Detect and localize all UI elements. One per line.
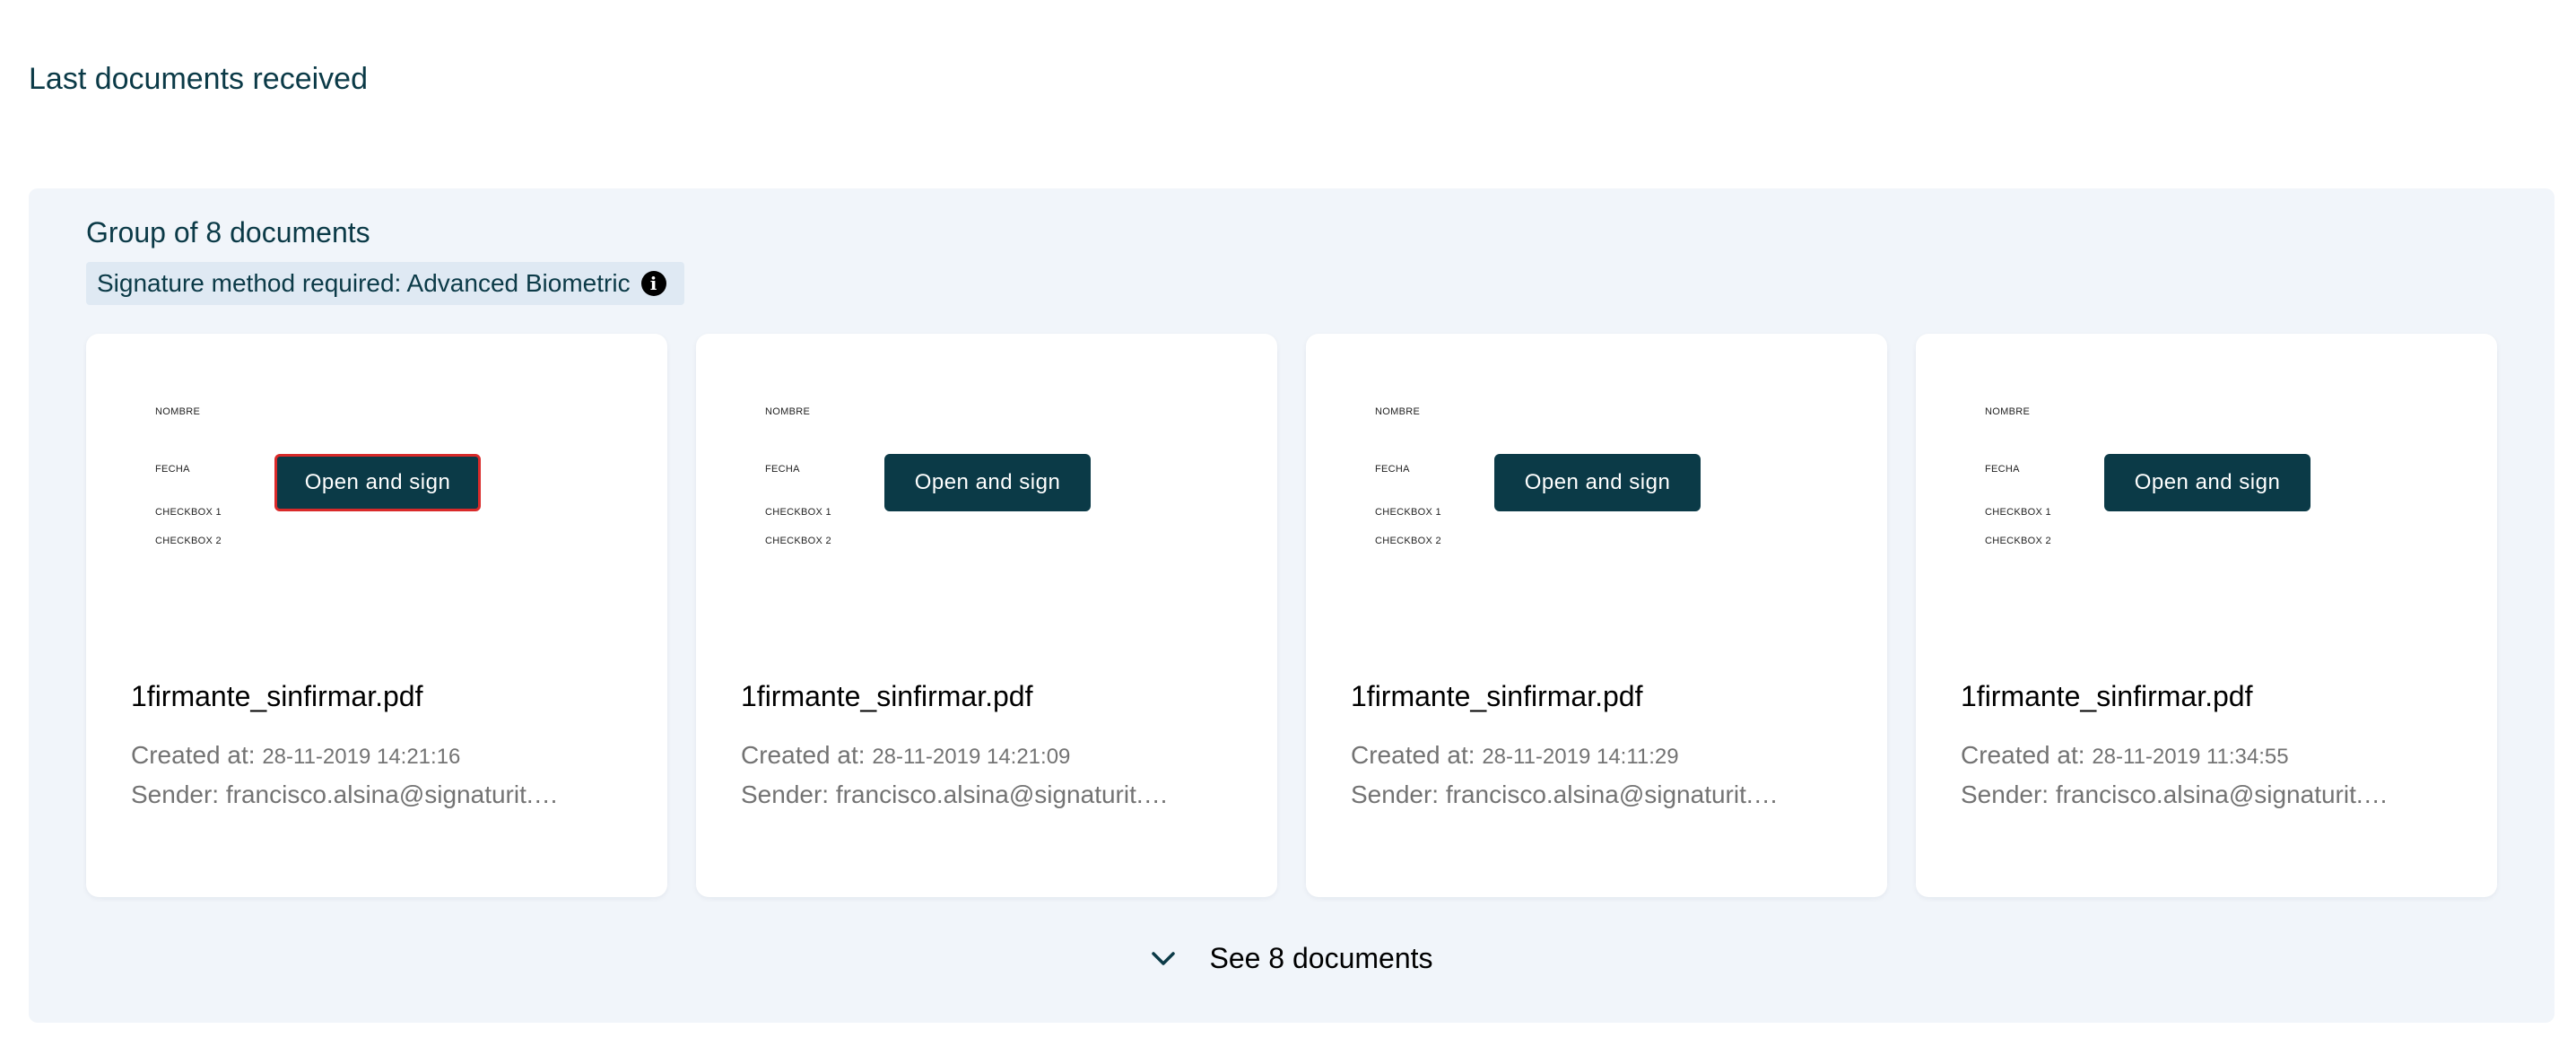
document-cards: NOMBRE FECHA CHECKBOX 1 CHECKBOX 2 Open … xyxy=(86,334,2497,897)
open-and-sign-button[interactable]: Open and sign xyxy=(274,454,481,511)
see-all-documents-toggle[interactable]: See 8 documents xyxy=(29,942,2554,975)
document-card: NOMBRE FECHA CHECKBOX 1 CHECKBOX 2 Open … xyxy=(86,334,667,897)
created-date: 28-11-2019 14:11:29 xyxy=(1482,745,1679,769)
preview-field-label: CHECKBOX 1 xyxy=(765,507,831,518)
preview-field-label: CHECKBOX 1 xyxy=(1985,507,2051,518)
created-date: 28-11-2019 14:21:16 xyxy=(262,745,461,769)
document-card: NOMBRE FECHA CHECKBOX 1 CHECKBOX 2 Open … xyxy=(696,334,1277,897)
preview-field-label: CHECKBOX 1 xyxy=(155,507,222,518)
info-icon[interactable]: i xyxy=(640,271,666,296)
open-and-sign-button[interactable]: Open and sign xyxy=(1494,454,1701,511)
preview-field-label: NOMBRE xyxy=(765,406,811,417)
preview-field-label: CHECKBOX 2 xyxy=(155,536,222,546)
preview-field-label: CHECKBOX 2 xyxy=(1375,536,1441,546)
preview-field-label: FECHA xyxy=(1985,464,2020,475)
preview-field-label: NOMBRE xyxy=(1375,406,1421,417)
page-title: Last documents received xyxy=(29,62,368,96)
preview-field-label: FECHA xyxy=(155,464,190,475)
chevron-down-icon[interactable] xyxy=(1150,946,1177,972)
signature-method-badge: Signature method required: Advanced Biom… xyxy=(86,262,684,305)
created-date: 28-11-2019 11:34:55 xyxy=(2092,745,2289,769)
preview-field-label: CHECKBOX 2 xyxy=(1985,536,2051,546)
preview-field-label: NOMBRE xyxy=(155,406,201,417)
document-created-at: Created at: 28-11-2019 14:21:09 xyxy=(741,739,1070,773)
created-label: Created at: xyxy=(1961,741,2093,769)
document-file-name: 1firmante_sinfirmar.pdf xyxy=(741,680,1033,712)
created-date: 28-11-2019 14:21:09 xyxy=(872,745,1071,769)
created-label: Created at: xyxy=(1351,741,1483,769)
document-preview: NOMBRE FECHA CHECKBOX 1 CHECKBOX 2 Open … xyxy=(696,334,1277,630)
open-and-sign-button[interactable]: Open and sign xyxy=(2104,454,2311,511)
open-and-sign-button[interactable]: Open and sign xyxy=(884,454,1091,511)
document-preview: NOMBRE FECHA CHECKBOX 1 CHECKBOX 2 Open … xyxy=(1916,334,2497,630)
document-card: NOMBRE FECHA CHECKBOX 1 CHECKBOX 2 Open … xyxy=(1916,334,2497,897)
preview-field-label: FECHA xyxy=(765,464,800,475)
group-title: Group of 8 documents xyxy=(86,216,370,248)
document-group-panel: Group of 8 documents Signature method re… xyxy=(29,188,2554,1023)
document-sender: Sender: francisco.alsina@signaturit.com xyxy=(1961,780,2391,808)
document-sender: Sender: francisco.alsina@signaturit.com xyxy=(131,780,561,808)
document-preview: NOMBRE FECHA CHECKBOX 1 CHECKBOX 2 Open … xyxy=(1306,334,1887,630)
created-label: Created at: xyxy=(741,741,873,769)
preview-field-label: CHECKBOX 2 xyxy=(765,536,831,546)
document-preview: NOMBRE FECHA CHECKBOX 1 CHECKBOX 2 Open … xyxy=(86,334,667,630)
document-file-name: 1firmante_sinfirmar.pdf xyxy=(1961,680,2253,712)
document-file-name: 1firmante_sinfirmar.pdf xyxy=(1351,680,1643,712)
preview-field-label: FECHA xyxy=(1375,464,1410,475)
preview-field-label: CHECKBOX 1 xyxy=(1375,507,1441,518)
signature-method-label: Signature method required: Advanced Biom… xyxy=(97,269,631,297)
document-sender: Sender: francisco.alsina@signaturit.com xyxy=(741,780,1171,808)
document-card: NOMBRE FECHA CHECKBOX 1 CHECKBOX 2 Open … xyxy=(1306,334,1887,897)
see-all-documents-label[interactable]: See 8 documents xyxy=(1209,942,1432,975)
document-sender: Sender: francisco.alsina@signaturit.com xyxy=(1351,780,1781,808)
document-created-at: Created at: 28-11-2019 11:34:55 xyxy=(1961,739,2289,773)
document-created-at: Created at: 28-11-2019 14:21:16 xyxy=(131,739,460,773)
document-file-name: 1firmante_sinfirmar.pdf xyxy=(131,680,423,712)
document-created-at: Created at: 28-11-2019 14:11:29 xyxy=(1351,739,1679,773)
preview-field-label: NOMBRE xyxy=(1985,406,2031,417)
created-label: Created at: xyxy=(131,741,263,769)
